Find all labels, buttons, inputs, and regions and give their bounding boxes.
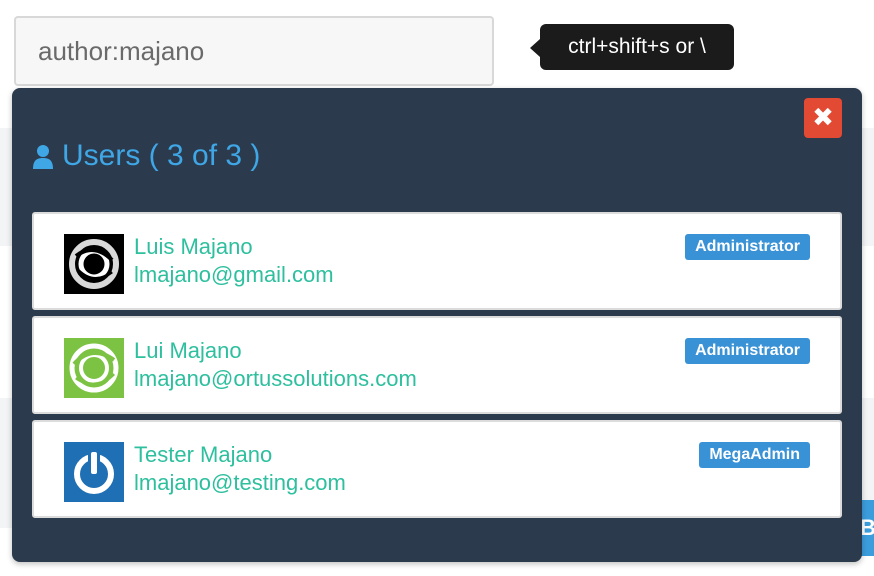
popup-title-text: Users ( 3 of 3 ) [62,139,261,172]
user-list: Luis Majano lmajano@gmail.com Administra… [32,212,842,524]
power-avatar-blue [64,442,124,502]
user-name[interactable]: Tester Majano [134,442,272,468]
tooltip-arrow [530,39,540,57]
user-result-item[interactable]: Luis Majano lmajano@gmail.com Administra… [32,212,842,310]
user-email: lmajano@gmail.com [134,262,334,287]
user-icon [33,145,53,169]
role-badge: Administrator [685,338,810,364]
user-name[interactable]: Luis Majano [134,234,253,260]
search-input[interactable]: author:majano [14,16,494,86]
search-results-popup: ✖ Users ( 3 of 3 ) Luis Majano lmajano@g… [12,88,862,562]
user-result-item[interactable]: Tester Majano lmajano@testing.com MegaAd… [32,420,842,518]
user-result-item[interactable]: Lui Majano lmajano@ortussolutions.com Ad… [32,316,842,414]
close-button[interactable]: ✖ [804,98,842,138]
swirl-avatar-black [64,234,124,294]
user-name[interactable]: Lui Majano [134,338,242,364]
swirl-avatar-green [64,338,124,398]
user-email: lmajano@testing.com [134,470,346,495]
role-badge: MegaAdmin [699,442,810,468]
popup-title: Users ( 3 of 3 ) [32,134,260,178]
close-icon: ✖ [812,103,834,133]
user-email: lmajano@ortussolutions.com [134,366,417,391]
role-badge: Administrator [685,234,810,260]
shortcut-tooltip: ctrl+shift+s or \ [540,24,734,70]
